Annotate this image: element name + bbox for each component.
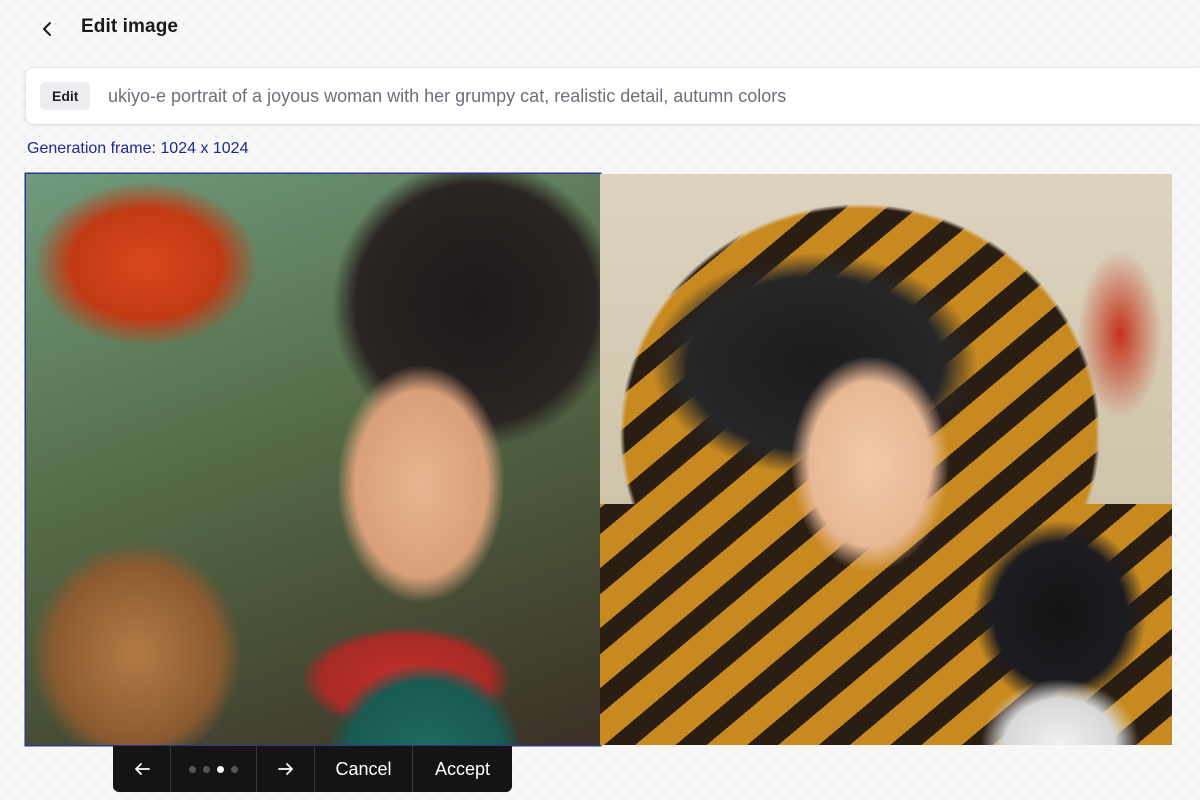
chevron-left-icon <box>43 22 51 36</box>
next-button[interactable] <box>257 746 314 792</box>
cancel-button[interactable]: Cancel <box>315 746 412 792</box>
pagination-dots[interactable] <box>171 746 256 792</box>
generation-frame-label: Generation frame: 1024 x 1024 <box>27 140 249 157</box>
pagination-dot-active[interactable] <box>217 765 224 773</box>
variation-toolbar: Cancel Accept <box>113 746 512 792</box>
arrow-right-icon <box>277 763 293 775</box>
pagination-dot[interactable] <box>231 765 238 773</box>
pagination-dot[interactable] <box>189 765 196 773</box>
edit-badge: Edit <box>40 82 91 110</box>
back-button[interactable] <box>32 14 62 44</box>
previous-button[interactable] <box>113 746 170 792</box>
page-title: Edit image <box>81 16 179 37</box>
generated-image-adjacent[interactable] <box>600 174 1172 745</box>
prompt-bar: Edit <box>26 68 1200 124</box>
header: Edit image <box>0 0 1200 58</box>
pagination-dot[interactable] <box>203 765 210 773</box>
accept-button[interactable]: Accept <box>413 746 512 792</box>
prompt-input[interactable] <box>108 80 1178 112</box>
generated-image-selected[interactable] <box>26 174 600 745</box>
arrow-left-icon <box>134 763 150 775</box>
